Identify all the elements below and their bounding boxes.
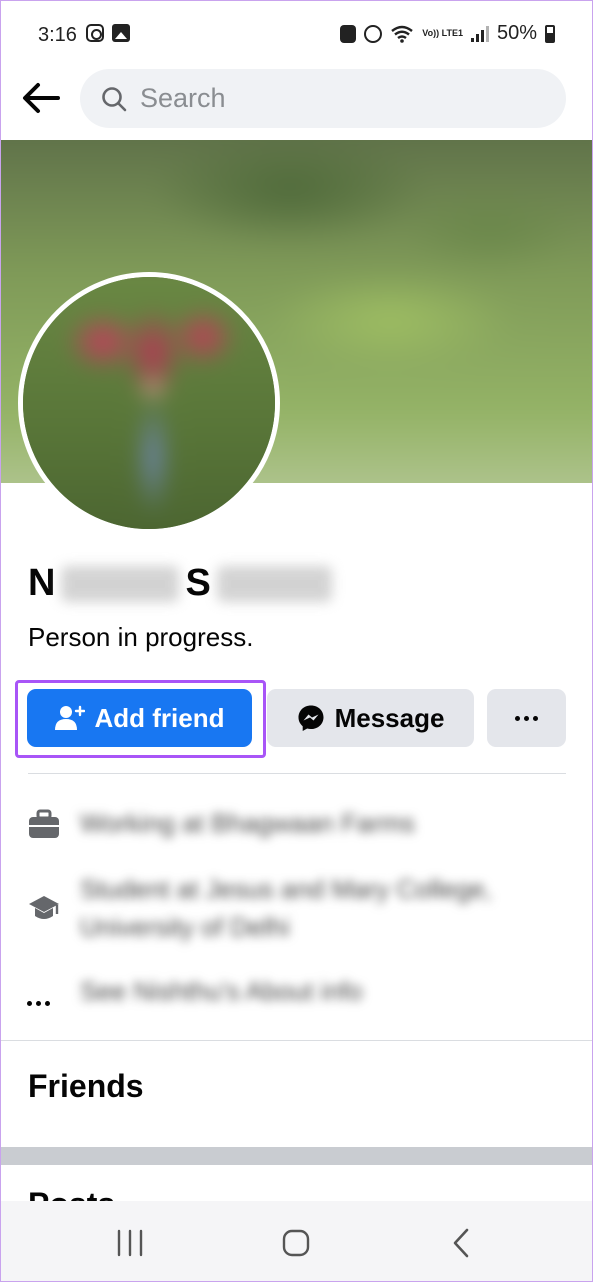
back-arrow-icon[interactable]: [20, 80, 62, 116]
smart-manager-icon: [340, 24, 357, 43]
status-right-icons: Vo)) LTE1 50%: [340, 22, 555, 45]
profile-actions: Add friend Message: [0, 680, 593, 760]
section-separator-band: [0, 1147, 593, 1165]
alarm-icon: [364, 24, 383, 43]
signal-icon: [470, 25, 489, 42]
message-button[interactable]: Message: [267, 689, 474, 747]
home-icon[interactable]: [276, 1223, 316, 1263]
intro-work-row[interactable]: Working at Bhagwaan Farms: [0, 800, 593, 850]
intro-section-divider: [0, 1040, 593, 1041]
instagram-notification-icon: [86, 24, 104, 42]
actions-divider: [28, 773, 566, 774]
volte-indicator: Vo)) LTE1: [422, 28, 463, 38]
intro-education-text: Student at Jesus and Mary College, Unive…: [80, 874, 492, 942]
battery-icon: [545, 24, 555, 43]
briefcase-icon: [29, 809, 59, 838]
profile-name-redacted-first: [61, 565, 180, 602]
profile-name-redacted-last: [216, 565, 332, 602]
profile-picture-image: [23, 277, 275, 529]
more-options-button[interactable]: [487, 689, 566, 747]
graduation-cap-icon: [29, 896, 59, 919]
profile-bio: Person in progress.: [28, 622, 254, 652]
profile-name-first-initial: N: [28, 562, 56, 604]
add-friend-icon: [54, 705, 85, 730]
intro-work-text: Working at Bhagwaan Farms: [80, 808, 415, 838]
system-back-icon[interactable]: [442, 1223, 482, 1263]
intro-about-text: See Nishthu's About info: [80, 976, 363, 1006]
intro-education-row[interactable]: Student at Jesus and Mary College, Unive…: [0, 870, 593, 950]
profile-picture[interactable]: [18, 272, 280, 534]
app-header: [0, 66, 593, 138]
status-bar: 3:16 Vo)) LTE1 50%: [0, 0, 593, 66]
system-navigation-bar: [0, 1201, 593, 1282]
search-input[interactable]: [140, 83, 520, 114]
more-options-icon: [515, 715, 538, 721]
gallery-notification-icon: [112, 24, 130, 42]
friends-section-title: Friends: [28, 1068, 144, 1104]
message-label: Message: [334, 702, 445, 733]
profile-name: N S: [28, 562, 332, 605]
status-left-icons: [86, 24, 130, 42]
search-icon: [102, 86, 127, 111]
intro-about-row[interactable]: See Nishthu's About info: [0, 970, 593, 1014]
wifi-icon: [391, 25, 414, 43]
add-friend-label: Add friend: [94, 702, 225, 733]
profile-name-last-initial: S: [185, 562, 211, 604]
add-friend-button[interactable]: Add friend: [27, 689, 252, 747]
search-bar[interactable]: [80, 69, 566, 128]
recent-apps-icon[interactable]: [110, 1223, 150, 1263]
messenger-icon: [298, 705, 324, 731]
about-more-icon: [27, 986, 61, 1020]
status-time: 3:16: [38, 24, 77, 46]
battery-percent: 50%: [496, 22, 537, 44]
